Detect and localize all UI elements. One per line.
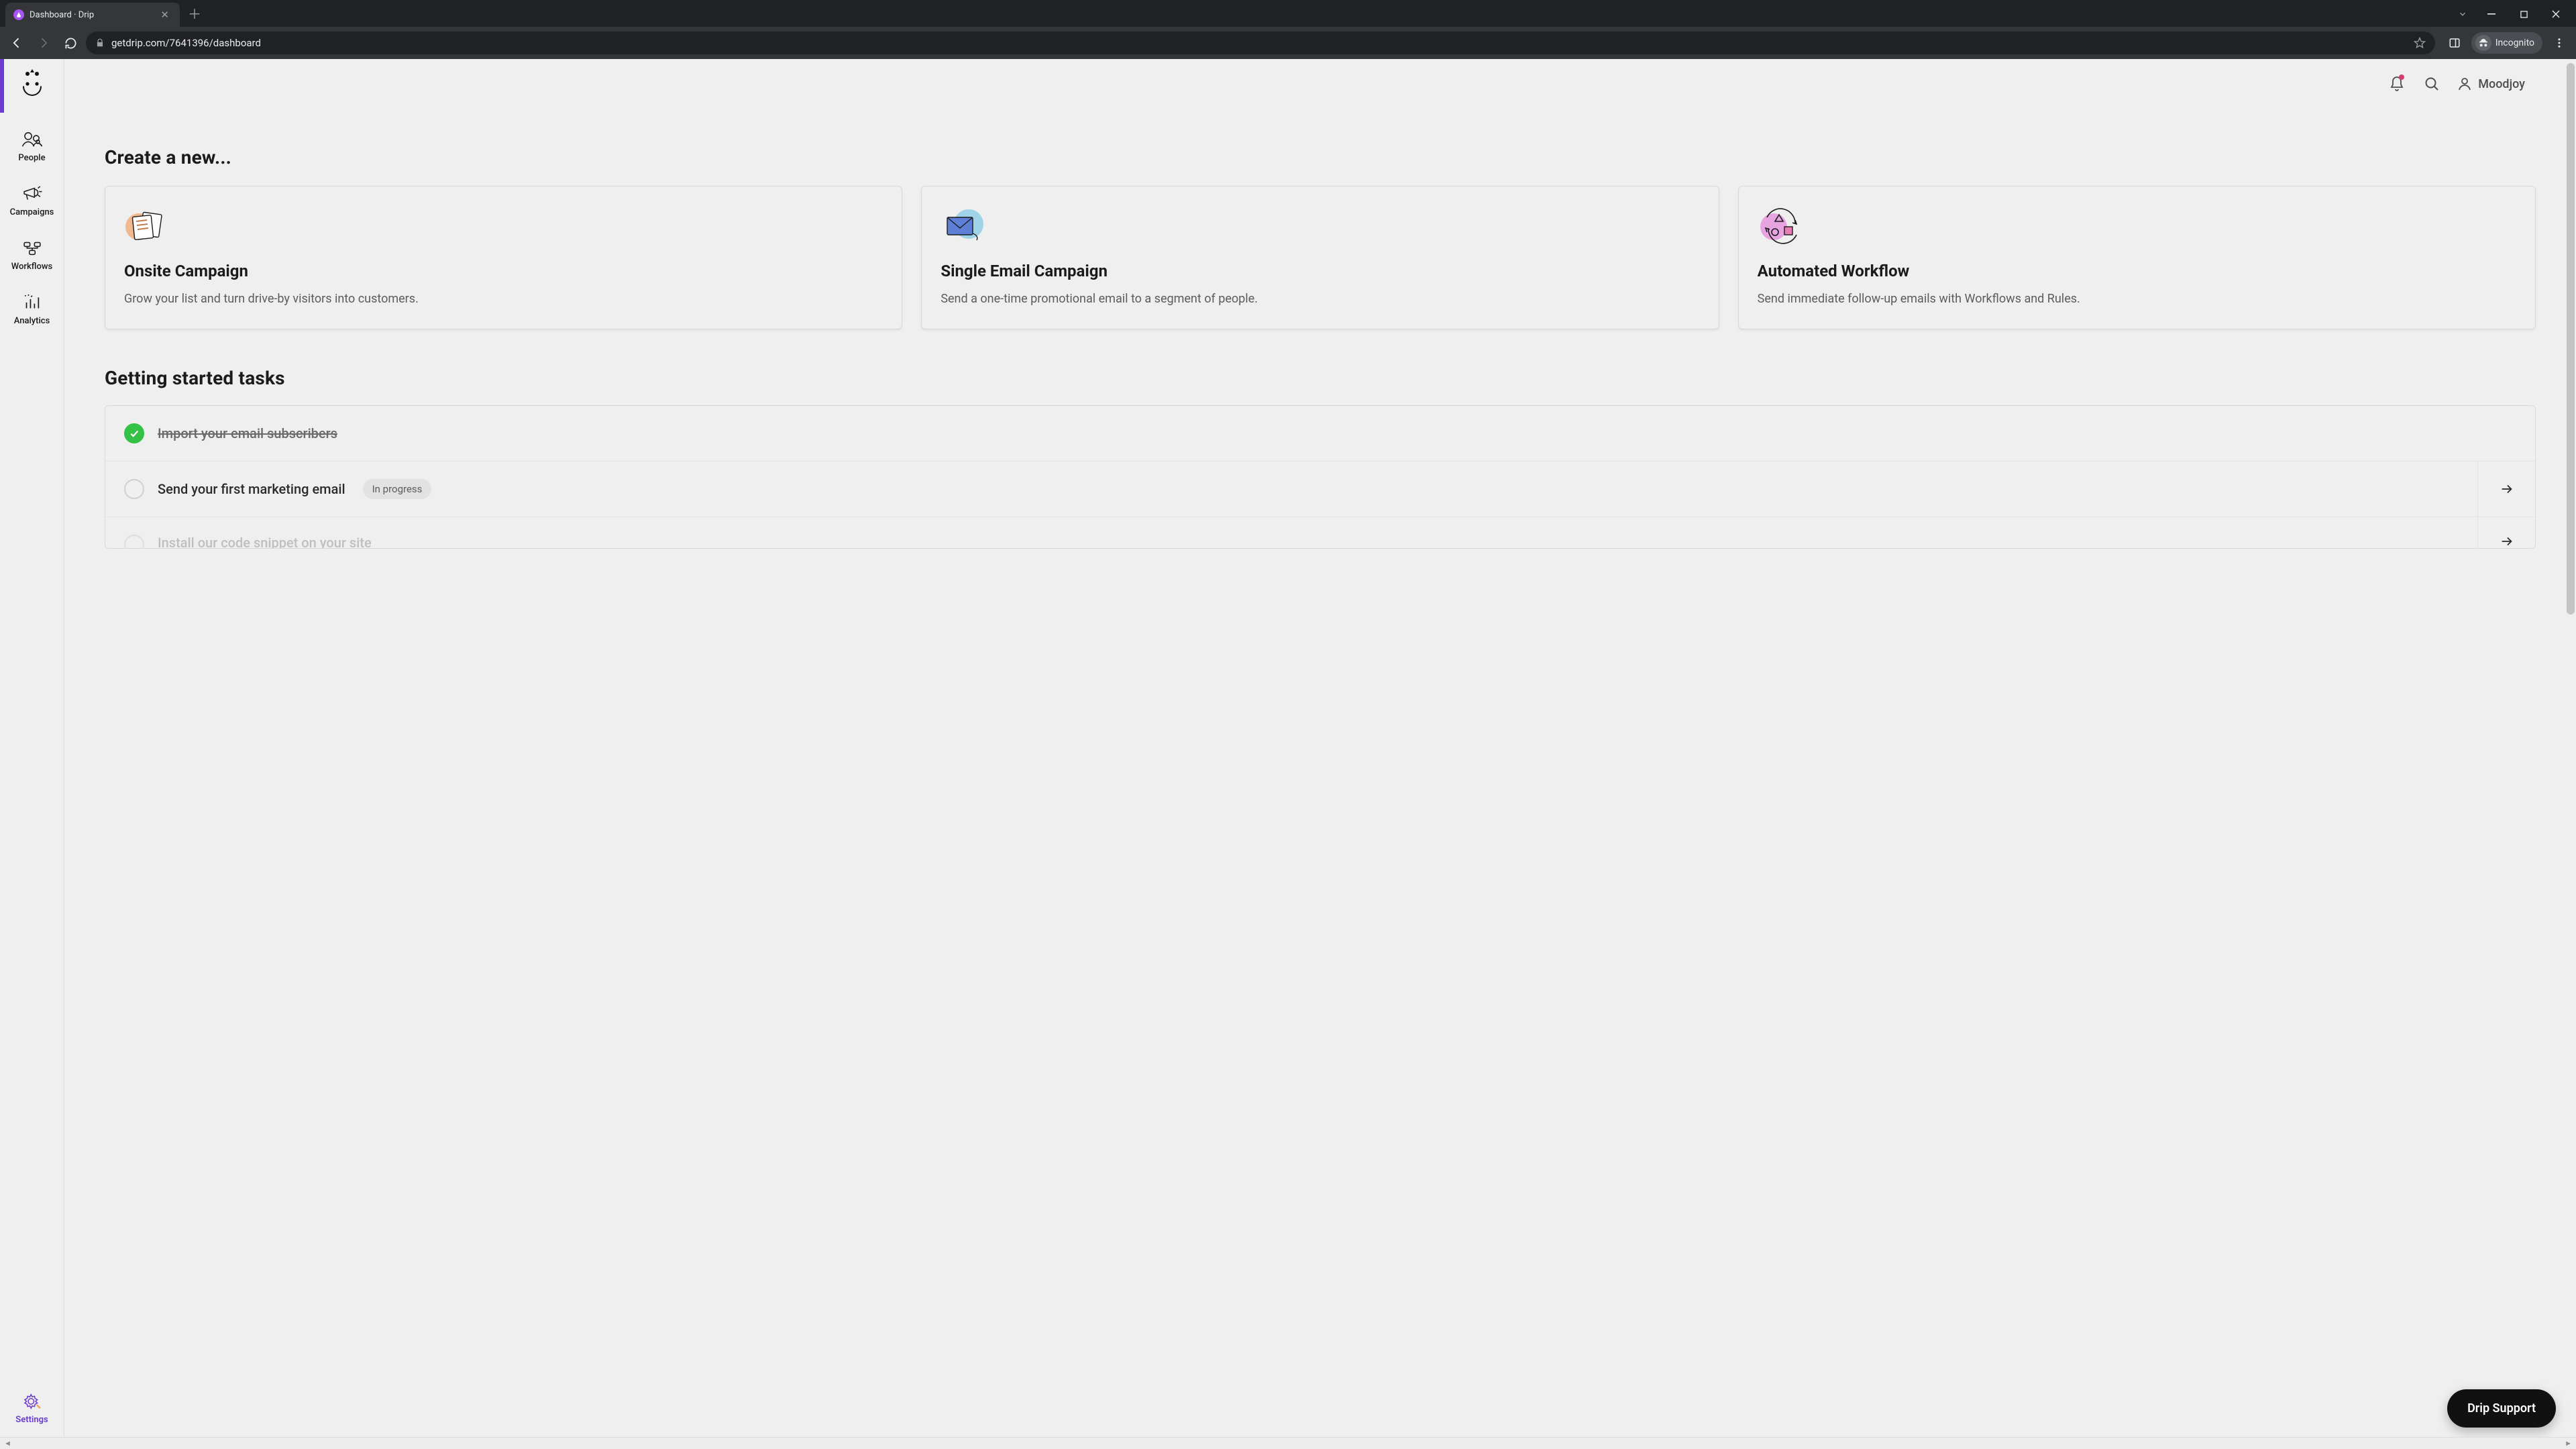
card-title: Automated Workflow — [1758, 262, 2516, 280]
url-text: getdrip.com/7641396/dashboard — [111, 37, 2407, 49]
create-heading: Create a new... — [105, 146, 2536, 168]
sidebar-item-label: Settings — [15, 1415, 48, 1425]
close-tab-button[interactable]: ✕ — [158, 7, 172, 22]
card-title: Onsite Campaign — [124, 262, 883, 280]
window-close-button[interactable] — [2541, 4, 2571, 24]
sidebar-item-label: Workflows — [11, 262, 52, 272]
forward-button[interactable] — [32, 32, 55, 54]
task-label: Import your email subscribers — [158, 425, 337, 441]
scroll-left-arrow[interactable]: ◄ — [1, 1439, 14, 1448]
sidebar-item-analytics[interactable]: Analytics — [0, 284, 64, 338]
task-status-empty-icon — [124, 479, 144, 499]
tab-title: Dashboard · Drip — [30, 10, 152, 20]
address-bar[interactable]: getdrip.com/7641396/dashboard — [86, 32, 2435, 54]
sidebar-item-settings[interactable]: Settings — [0, 1383, 64, 1437]
card-onsite-campaign[interactable]: Onsite Campaign Grow your list and turn … — [105, 186, 902, 329]
single-email-icon — [941, 205, 987, 247]
card-automated-workflow[interactable]: Automated Workflow Send immediate follow… — [1738, 186, 2536, 329]
sidebar-item-label: Campaigns — [10, 207, 54, 217]
left-rail: People Campaigns Workflows Analytics Set… — [0, 59, 64, 1437]
card-desc: Grow your list and turn drive-by visitor… — [124, 290, 883, 309]
lock-icon — [95, 38, 105, 48]
task-status-empty-icon — [124, 535, 144, 548]
task-row[interactable]: Import your email subscribers — [105, 406, 2535, 462]
card-single-email-campaign[interactable]: Single Email Campaign Send a one-time pr… — [921, 186, 1719, 329]
task-go-button[interactable] — [2477, 462, 2535, 517]
favicon-icon — [13, 9, 24, 20]
task-row[interactable]: Install our code snippet on your site — [105, 517, 2535, 548]
sidebar-item-label: Analytics — [14, 316, 50, 326]
horizontal-scrollbar[interactable]: ◄ ► — [0, 1437, 2576, 1449]
window-minimize-button[interactable] — [2477, 4, 2506, 24]
task-label: Send your first marketing email — [158, 481, 345, 497]
task-status-done-icon — [124, 423, 144, 443]
sidebar-item-people[interactable]: People — [0, 121, 64, 175]
card-desc: Send immediate follow-up emails with Wor… — [1758, 290, 2516, 309]
new-tab-button[interactable]: ＋ — [180, 0, 209, 27]
sidebar-item-workflows[interactable]: Workflows — [0, 229, 64, 284]
incognito-icon — [2475, 35, 2491, 51]
bookmark-button[interactable] — [2414, 37, 2426, 49]
sidebar-item-label: People — [18, 153, 45, 163]
notifications-button[interactable] — [2387, 74, 2407, 94]
browser-tab[interactable]: Dashboard · Drip ✕ — [5, 3, 180, 27]
onsite-campaign-icon — [124, 205, 171, 247]
side-panel-button[interactable] — [2443, 32, 2466, 54]
window-maximize-button[interactable] — [2509, 4, 2538, 24]
back-button[interactable] — [5, 32, 28, 54]
window-controls — [2451, 0, 2576, 24]
app-topbar: Moodjoy — [2387, 74, 2525, 94]
scroll-right-arrow[interactable]: ► — [2562, 1439, 2575, 1448]
incognito-label: Incognito — [2496, 38, 2534, 48]
card-desc: Send a one-time promotional email to a s… — [941, 290, 1699, 309]
tasks-heading: Getting started tasks — [105, 367, 2536, 389]
drip-logo[interactable] — [17, 68, 47, 98]
profile-incognito-button[interactable]: Incognito — [2471, 32, 2542, 54]
user-icon — [2457, 76, 2473, 92]
tasks-list: Import your email subscribers Send your … — [105, 405, 2536, 549]
reload-button[interactable] — [59, 32, 82, 54]
automated-workflow-icon — [1758, 205, 1805, 247]
user-menu[interactable]: Moodjoy — [2457, 76, 2525, 92]
task-go-button[interactable] — [2477, 517, 2535, 548]
support-button[interactable]: Drip Support — [2447, 1389, 2556, 1428]
tabs-dropdown-button[interactable] — [2451, 4, 2474, 24]
task-row[interactable]: Send your first marketing email In progr… — [105, 462, 2535, 517]
main-content: Moodjoy Create a new... Onsite Campaign … — [64, 59, 2576, 1437]
tab-strip: Dashboard · Drip ✕ ＋ — [0, 0, 2576, 27]
username-label: Moodjoy — [2478, 77, 2525, 91]
task-badge: In progress — [363, 479, 432, 499]
create-cards-row: Onsite Campaign Grow your list and turn … — [105, 186, 2536, 329]
task-label: Install our code snippet on your site — [158, 535, 372, 548]
browser-chrome: Dashboard · Drip ✕ ＋ — [0, 0, 2576, 59]
sidebar-item-campaigns[interactable]: Campaigns — [0, 175, 64, 229]
app-viewport: People Campaigns Workflows Analytics Set… — [0, 59, 2576, 1437]
browser-menu-button[interactable] — [2548, 32, 2571, 54]
search-button[interactable] — [2422, 74, 2442, 94]
support-label: Drip Support — [2467, 1401, 2536, 1415]
card-title: Single Email Campaign — [941, 262, 1699, 280]
toolbar-right: Incognito — [2439, 32, 2571, 54]
browser-toolbar: getdrip.com/7641396/dashboard Incognito — [0, 27, 2576, 59]
